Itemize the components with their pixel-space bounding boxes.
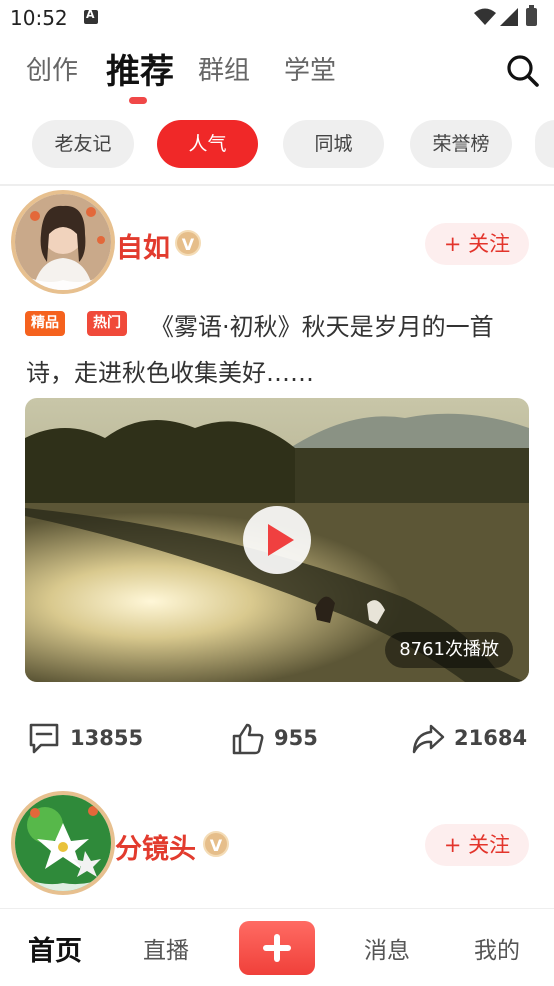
username[interactable]: 分镜头 [115,827,196,866]
nav-live[interactable]: 直播 [143,931,189,965]
comment-count: 13855 [70,726,144,750]
play-icon [268,524,294,556]
chip-same-city[interactable]: 同城 [283,120,384,168]
battery-icon [526,5,537,26]
follow-button[interactable]: + 关注 [425,824,529,866]
avatar[interactable] [15,795,111,891]
share-count: 21684 [454,726,528,750]
avatar-image [15,795,111,891]
like-count: 955 [274,726,318,750]
comment-icon [29,723,59,754]
post-actions: 13855 955 21684 [0,718,554,762]
chip-more[interactable] [535,120,554,168]
status-time: 10:52 [10,6,68,30]
play-count: 8761次播放 [385,632,513,668]
nav-profile[interactable]: 我的 [474,931,520,965]
verified-icon: V [175,230,201,256]
post-text-content: 《雾语·初秋》秋天是岁月的一首诗，走进秋色收集美好…… [26,313,494,387]
verified-icon: V [203,831,229,857]
share-button[interactable]: 21684 [411,718,527,762]
comment-button[interactable]: 13855 [28,718,143,762]
divider [0,184,554,186]
avatar-image [15,194,111,290]
tab-academy[interactable]: 学堂 [284,50,336,87]
publish-button[interactable] [239,921,315,975]
nav-messages[interactable]: 消息 [364,931,410,965]
status-bar: 10:52 [0,0,554,36]
top-tabs: 创作 推荐 群组 学堂 [0,44,554,104]
wifi-icon [474,8,496,25]
tab-create[interactable]: 创作 [26,50,78,87]
chip-popular[interactable]: 人气 [157,120,258,168]
avatar[interactable] [15,194,111,290]
like-button[interactable]: 955 [232,718,322,762]
category-chips: 老友记 人气 同城 荣誉榜 [0,120,554,170]
like-icon [232,723,264,755]
nav-home[interactable]: 首页 [28,929,82,968]
video-thumbnail[interactable]: 8761次播放 [25,398,529,682]
tab-recommend[interactable]: 推荐 [106,44,174,93]
follow-button[interactable]: + 关注 [425,223,529,265]
share-icon [412,724,445,754]
signal-icon [500,8,518,26]
chip-old-friends[interactable]: 老友记 [32,120,134,168]
chip-honor-list[interactable]: 荣誉榜 [410,120,512,168]
tab-groups[interactable]: 群组 [198,50,250,87]
username[interactable]: 自如 [116,226,170,265]
search-icon[interactable] [506,54,540,88]
notification-icon [84,8,98,24]
active-tab-indicator [129,97,147,104]
post-text[interactable]: 《雾语·初秋》秋天是岁月的一首诗，走进秋色收集美好…… [26,304,526,396]
bottom-nav: 首页 直播 消息 我的 [0,908,554,986]
play-button[interactable] [243,506,311,574]
